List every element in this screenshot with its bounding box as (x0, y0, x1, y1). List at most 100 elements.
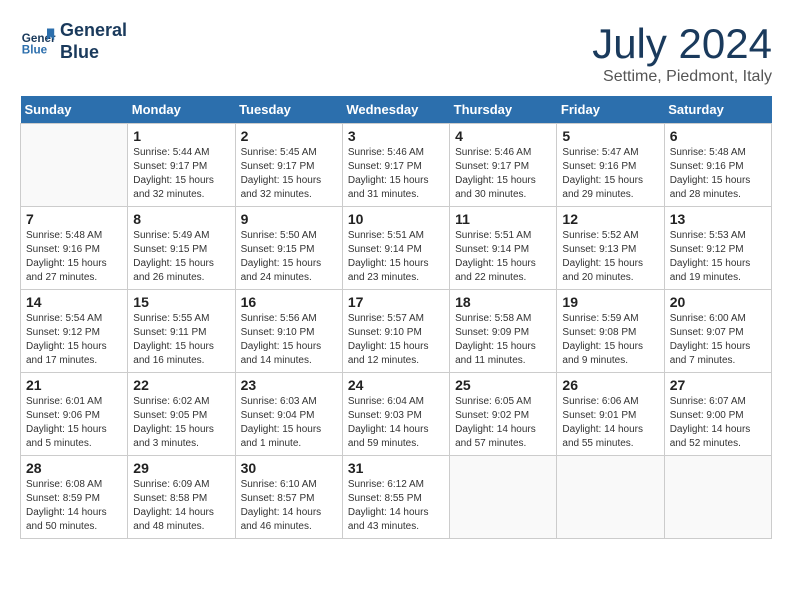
calendar-body: 1 Sunrise: 5:44 AM Sunset: 9:17 PM Daylig… (21, 124, 772, 539)
day-info: Sunrise: 5:51 AM Sunset: 9:14 PM Dayligh… (348, 229, 444, 285)
day-info: Sunrise: 5:59 AM Sunset: 9:08 PM Dayligh… (562, 312, 658, 368)
day-number: 2 (241, 128, 337, 144)
calendar-cell: 3 Sunrise: 5:46 AM Sunset: 9:17 PM Daylig… (342, 124, 449, 207)
day-number: 10 (348, 211, 444, 227)
calendar-cell: 10 Sunrise: 5:51 AM Sunset: 9:14 PM Dayli… (342, 207, 449, 290)
day-info: Sunrise: 6:00 AM Sunset: 9:07 PM Dayligh… (670, 312, 766, 368)
calendar-cell (557, 456, 664, 539)
day-info: Sunrise: 5:52 AM Sunset: 9:13 PM Dayligh… (562, 229, 658, 285)
day-number: 3 (348, 128, 444, 144)
day-info: Sunrise: 6:04 AM Sunset: 9:03 PM Dayligh… (348, 395, 444, 451)
day-number: 9 (241, 211, 337, 227)
calendar-cell: 29Sunrise: 6:09 AM Sunset: 8:58 PM Dayli… (128, 456, 235, 539)
calendar-cell: 23 Sunrise: 6:03 AM Sunset: 9:04 PM Dayli… (235, 373, 342, 456)
day-number: 23 (241, 377, 337, 393)
day-info: Sunrise: 5:58 AM Sunset: 9:09 PM Dayligh… (455, 312, 551, 368)
day-number: 17 (348, 294, 444, 310)
day-number: 11 (455, 211, 551, 227)
calendar-cell: 27 Sunrise: 6:07 AM Sunset: 9:00 PM Dayli… (664, 373, 771, 456)
calendar-cell: 30Sunrise: 6:10 AM Sunset: 8:57 PM Dayli… (235, 456, 342, 539)
calendar-week-2: 7 Sunrise: 5:48 AM Sunset: 9:16 PM Daylig… (21, 207, 772, 290)
logo-text-line2: Blue (60, 42, 127, 64)
day-info: Sunrise: 5:50 AM Sunset: 9:15 PM Dayligh… (241, 229, 337, 285)
day-number: 14 (26, 294, 122, 310)
day-info: Sunrise: 6:03 AM Sunset: 9:04 PM Dayligh… (241, 395, 337, 451)
calendar-week-1: 1 Sunrise: 5:44 AM Sunset: 9:17 PM Daylig… (21, 124, 772, 207)
calendar-cell: 4 Sunrise: 5:46 AM Sunset: 9:17 PM Daylig… (450, 124, 557, 207)
calendar-cell: 17Sunrise: 5:57 AM Sunset: 9:10 PM Dayli… (342, 290, 449, 373)
day-info: Sunrise: 6:07 AM Sunset: 9:00 PM Dayligh… (670, 395, 766, 451)
day-number: 6 (670, 128, 766, 144)
day-info: Sunrise: 5:53 AM Sunset: 9:12 PM Dayligh… (670, 229, 766, 285)
day-number: 27 (670, 377, 766, 393)
weekday-header-sunday: Sunday (21, 96, 128, 124)
weekday-header-tuesday: Tuesday (235, 96, 342, 124)
day-number: 7 (26, 211, 122, 227)
day-info: Sunrise: 5:51 AM Sunset: 9:14 PM Dayligh… (455, 229, 551, 285)
day-info: Sunrise: 5:55 AM Sunset: 9:11 PM Dayligh… (133, 312, 229, 368)
day-info: Sunrise: 6:12 AM Sunset: 8:55 PM Dayligh… (348, 478, 444, 534)
day-info: Sunrise: 5:46 AM Sunset: 9:17 PM Dayligh… (348, 146, 444, 202)
day-info: Sunrise: 5:49 AM Sunset: 9:15 PM Dayligh… (133, 229, 229, 285)
day-info: Sunrise: 6:02 AM Sunset: 9:05 PM Dayligh… (133, 395, 229, 451)
day-number: 18 (455, 294, 551, 310)
day-info: Sunrise: 6:10 AM Sunset: 8:57 PM Dayligh… (241, 478, 337, 534)
day-number: 21 (26, 377, 122, 393)
day-number: 12 (562, 211, 658, 227)
title-block: July 2024 Settime, Piedmont, Italy (592, 20, 772, 86)
day-number: 19 (562, 294, 658, 310)
day-number: 29 (133, 460, 229, 476)
day-info: Sunrise: 5:45 AM Sunset: 9:17 PM Dayligh… (241, 146, 337, 202)
calendar-cell: 11 Sunrise: 5:51 AM Sunset: 9:14 PM Dayli… (450, 207, 557, 290)
day-number: 5 (562, 128, 658, 144)
day-info: Sunrise: 6:05 AM Sunset: 9:02 PM Dayligh… (455, 395, 551, 451)
calendar-cell: 1 Sunrise: 5:44 AM Sunset: 9:17 PM Daylig… (128, 124, 235, 207)
calendar-cell: 14Sunrise: 5:54 AM Sunset: 9:12 PM Dayli… (21, 290, 128, 373)
calendar-table: SundayMondayTuesdayWednesdayThursdayFrid… (20, 96, 772, 539)
weekday-header-thursday: Thursday (450, 96, 557, 124)
calendar-cell: 19 Sunrise: 5:59 AM Sunset: 9:08 PM Dayli… (557, 290, 664, 373)
page-header: General Blue General Blue July 2024 Sett… (20, 20, 772, 86)
day-number: 25 (455, 377, 551, 393)
day-number: 28 (26, 460, 122, 476)
calendar-cell: 16Sunrise: 5:56 AM Sunset: 9:10 PM Dayli… (235, 290, 342, 373)
calendar-cell: 2 Sunrise: 5:45 AM Sunset: 9:17 PM Daylig… (235, 124, 342, 207)
calendar-cell: 9 Sunrise: 5:50 AM Sunset: 9:15 PM Daylig… (235, 207, 342, 290)
calendar-cell: 5 Sunrise: 5:47 AM Sunset: 9:16 PM Daylig… (557, 124, 664, 207)
calendar-cell: 8 Sunrise: 5:49 AM Sunset: 9:15 PM Daylig… (128, 207, 235, 290)
calendar-week-5: 28 Sunrise: 6:08 AM Sunset: 8:59 PM Dayli… (21, 456, 772, 539)
day-number: 8 (133, 211, 229, 227)
weekday-header-friday: Friday (557, 96, 664, 124)
calendar-week-3: 14Sunrise: 5:54 AM Sunset: 9:12 PM Dayli… (21, 290, 772, 373)
day-number: 4 (455, 128, 551, 144)
calendar-cell: 12 Sunrise: 5:52 AM Sunset: 9:13 PM Dayli… (557, 207, 664, 290)
day-number: 24 (348, 377, 444, 393)
day-info: Sunrise: 6:01 AM Sunset: 9:06 PM Dayligh… (26, 395, 122, 451)
day-number: 31 (348, 460, 444, 476)
calendar-cell: 31 Sunrise: 6:12 AM Sunset: 8:55 PM Dayli… (342, 456, 449, 539)
weekday-header-saturday: Saturday (664, 96, 771, 124)
day-info: Sunrise: 5:56 AM Sunset: 9:10 PM Dayligh… (241, 312, 337, 368)
day-number: 1 (133, 128, 229, 144)
day-number: 26 (562, 377, 658, 393)
calendar-cell: 20 Sunrise: 6:00 AM Sunset: 9:07 PM Dayli… (664, 290, 771, 373)
day-info: Sunrise: 5:47 AM Sunset: 9:16 PM Dayligh… (562, 146, 658, 202)
svg-text:Blue: Blue (22, 43, 48, 56)
calendar-cell: 28 Sunrise: 6:08 AM Sunset: 8:59 PM Dayli… (21, 456, 128, 539)
calendar-cell: 26Sunrise: 6:06 AM Sunset: 9:01 PM Dayli… (557, 373, 664, 456)
day-number: 15 (133, 294, 229, 310)
calendar-cell (21, 124, 128, 207)
day-info: Sunrise: 5:46 AM Sunset: 9:17 PM Dayligh… (455, 146, 551, 202)
calendar-cell: 6Sunrise: 5:48 AM Sunset: 9:16 PM Daylig… (664, 124, 771, 207)
day-info: Sunrise: 6:08 AM Sunset: 8:59 PM Dayligh… (26, 478, 122, 534)
calendar-cell: 7 Sunrise: 5:48 AM Sunset: 9:16 PM Daylig… (21, 207, 128, 290)
calendar-subtitle: Settime, Piedmont, Italy (592, 68, 772, 86)
weekday-header-wednesday: Wednesday (342, 96, 449, 124)
calendar-cell: 18 Sunrise: 5:58 AM Sunset: 9:09 PM Dayli… (450, 290, 557, 373)
calendar-cell (450, 456, 557, 539)
day-info: Sunrise: 5:44 AM Sunset: 9:17 PM Dayligh… (133, 146, 229, 202)
day-info: Sunrise: 5:48 AM Sunset: 9:16 PM Dayligh… (26, 229, 122, 285)
day-number: 20 (670, 294, 766, 310)
calendar-cell: 21 Sunrise: 6:01 AM Sunset: 9:06 PM Dayli… (21, 373, 128, 456)
calendar-week-4: 21 Sunrise: 6:01 AM Sunset: 9:06 PM Dayli… (21, 373, 772, 456)
